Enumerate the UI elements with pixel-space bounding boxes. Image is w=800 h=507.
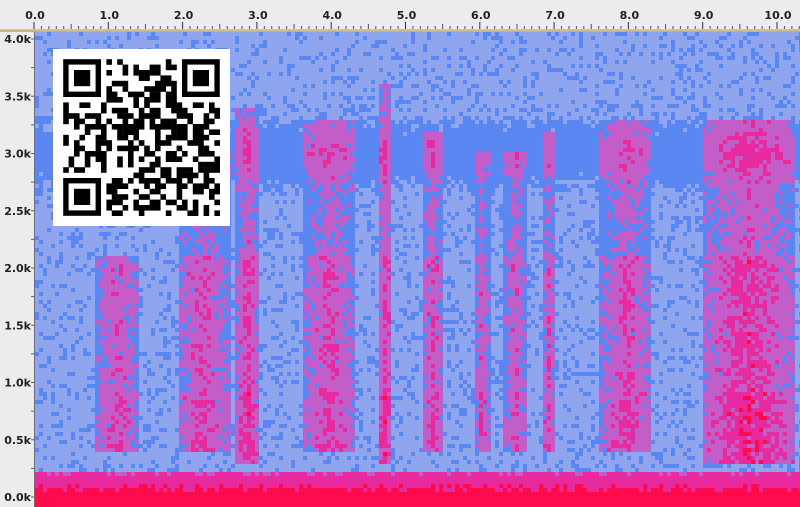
x-tick-label: 5.0 bbox=[397, 9, 417, 22]
x-tick-label: 10.0 bbox=[764, 9, 791, 22]
x-tick-label: 8.0 bbox=[620, 9, 640, 22]
x-tick-label: 9.0 bbox=[694, 9, 714, 22]
frequency-axis[interactable]: 4.0k 3.5k 3.0k 2.5k 2.0k 1.5k 1.0k 0.5k 0.0k bbox=[0, 32, 34, 507]
spectrogram-window: 0.0 1.0 2.0 3.0 4.0 5.0 6.0 7.0 8.0 9.0 10.0 4.0k 3… bbox=[0, 0, 800, 507]
y-tick-label: 0.0k bbox=[4, 491, 31, 504]
x-tick-label: 0.0 bbox=[25, 9, 45, 22]
y-tick-label: 2.5k bbox=[4, 205, 31, 218]
y-tick-label: 4.0k bbox=[4, 33, 31, 46]
qr-code-overlay bbox=[53, 49, 230, 226]
y-tick-label: 0.5k bbox=[4, 434, 31, 447]
y-tick-label: 3.0k bbox=[4, 148, 31, 161]
x-tick-label: 1.0 bbox=[100, 9, 120, 22]
qr-code-icon bbox=[63, 59, 220, 216]
x-tick-label: 4.0 bbox=[322, 9, 342, 22]
x-tick-label: 6.0 bbox=[471, 9, 491, 22]
y-tick-label: 1.5k bbox=[4, 319, 31, 332]
y-tick-label: 2.0k bbox=[4, 262, 31, 275]
time-ruler-ticks: 0.0 1.0 2.0 3.0 4.0 5.0 6.0 7.0 8.0 9.0 10.0 bbox=[25, 9, 800, 29]
frequency-axis-ticks: 4.0k 3.5k 3.0k 2.5k 2.0k 1.5k 1.0k 0.5k 0.0k bbox=[4, 33, 34, 504]
y-tick-label: 1.0k bbox=[4, 377, 31, 390]
x-tick-label: 2.0 bbox=[174, 9, 194, 22]
low-frequency-band bbox=[35, 495, 800, 507]
time-ruler[interactable]: 0.0 1.0 2.0 3.0 4.0 5.0 6.0 7.0 8.0 9.0 10.0 bbox=[0, 0, 800, 30]
y-tick-label: 3.5k bbox=[4, 90, 31, 103]
x-tick-label: 3.0 bbox=[248, 9, 268, 22]
x-tick-label: 7.0 bbox=[545, 9, 565, 22]
